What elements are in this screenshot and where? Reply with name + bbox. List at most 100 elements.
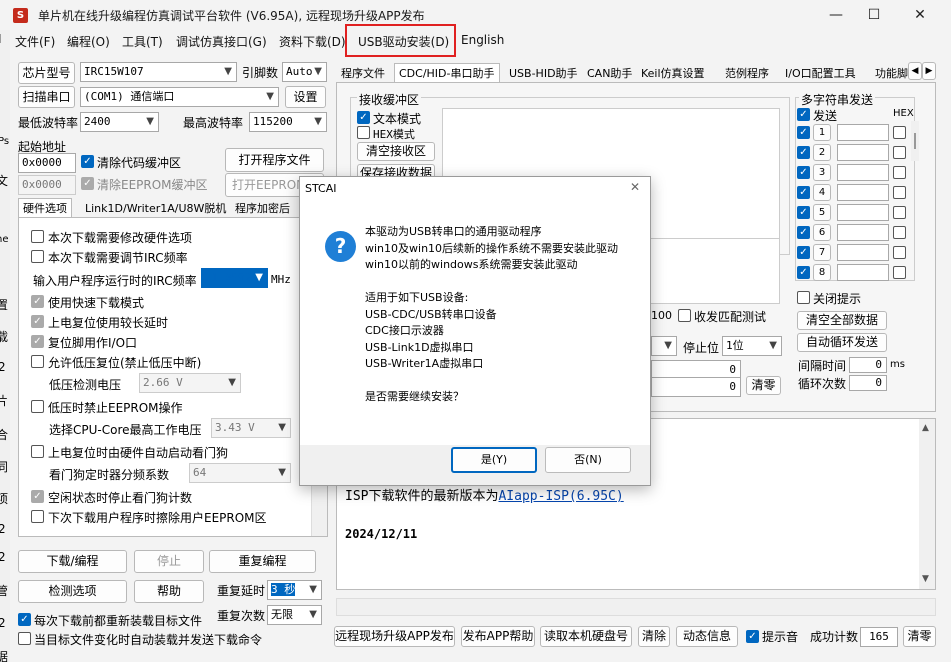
download-program-button[interactable]: 下载/编程 (18, 550, 127, 573)
clear-recv-button[interactable]: 清空接收区 (357, 142, 435, 161)
eeprom-start-address-input[interactable]: 0x0000 (18, 175, 76, 195)
cpu-voltage-select[interactable]: 3.43 V ▼ (211, 418, 291, 438)
send-row-hex-checkbox[interactable] (893, 266, 906, 279)
text-mode-checkbox[interactable]: ✓ (357, 111, 370, 124)
erase-eeprom-checkbox[interactable] (31, 510, 44, 523)
reset-count-button[interactable]: 清零 (903, 626, 936, 647)
send-row-input[interactable] (837, 264, 889, 281)
send-row-number-button[interactable]: 4 (813, 184, 831, 201)
menu-file[interactable]: 文件(F) (15, 33, 55, 50)
scroll-down-icon[interactable]: ▼ (922, 574, 929, 584)
send-row-hex-checkbox[interactable] (893, 186, 906, 199)
match-test-checkbox[interactable] (678, 309, 691, 322)
send-row-number-button[interactable]: 6 (813, 224, 831, 241)
menu-tools[interactable]: 工具(T) (122, 33, 163, 50)
reload-before-download-checkbox[interactable]: ✓ (18, 613, 31, 626)
fast-download-checkbox[interactable]: ✓ (31, 295, 44, 308)
check-options-button[interactable]: 检测选项 (18, 580, 127, 603)
close-tip-checkbox[interactable] (797, 291, 810, 304)
dialog-yes-button[interactable]: 是(Y) (451, 447, 537, 473)
scroll-up-icon[interactable]: ▲ (922, 423, 929, 433)
clear-code-buffer-checkbox[interactable]: ✓ (81, 155, 94, 168)
send-row-checkbox[interactable]: ✓ (797, 206, 810, 219)
send-row-input[interactable] (837, 164, 889, 181)
send-row-checkbox[interactable]: ✓ (797, 146, 810, 159)
tab-encryption[interactable]: 程序加密后 (230, 198, 295, 218)
modify-hw-options-checkbox[interactable] (31, 230, 44, 243)
latest-version-link[interactable]: AIapp-ISP(6.95C) (498, 489, 623, 504)
send-row-hex-checkbox[interactable] (893, 246, 906, 259)
clear-count-button[interactable]: 清零 (746, 376, 781, 395)
reset-pin-io-checkbox[interactable]: ✓ (31, 335, 44, 348)
stop-bit-select[interactable]: 1位 ▼ (722, 336, 782, 356)
long-reset-delay-checkbox[interactable]: ✓ (31, 315, 44, 328)
low-voltage-threshold-select[interactable]: 2.66 V ▼ (139, 373, 241, 393)
publish-app-button[interactable]: 远程现场升级APP发布 (334, 626, 455, 647)
clear-eeprom-buffer-checkbox[interactable]: ✓ (81, 177, 94, 190)
tab-scroll-right-icon[interactable]: ▶ (922, 62, 936, 80)
open-program-file-button[interactable]: 打开程序文件 (225, 148, 324, 172)
menu-download-docs[interactable]: 资料下载(D) (279, 33, 346, 50)
adjust-irc-checkbox[interactable] (31, 250, 44, 263)
help-button[interactable]: 帮助 (134, 580, 204, 603)
tab-io-config[interactable]: I/O口配置工具 (780, 63, 861, 83)
send-row-number-button[interactable]: 7 (813, 244, 831, 261)
lv-disable-eeprom-checkbox[interactable] (31, 400, 44, 413)
maximize-button[interactable]: ☐ (851, 0, 897, 30)
send-row-input[interactable] (837, 224, 889, 241)
low-voltage-reset-checkbox[interactable] (31, 355, 44, 368)
send-row-hex-checkbox[interactable] (893, 206, 906, 219)
send-row-input[interactable] (837, 204, 889, 221)
send-row-number-button[interactable]: 1 (813, 124, 831, 141)
read-disk-id-button[interactable]: 读取本机硬盘号 (540, 626, 632, 647)
clear-all-data-button[interactable]: 清空全部数据 (797, 311, 887, 330)
auto-watchdog-checkbox[interactable] (31, 445, 44, 458)
irc-frequency-select[interactable]: 11.0592 ▼ (201, 268, 268, 288)
tab-scroll-left-icon[interactable]: ◀ (908, 62, 922, 80)
send-row-hex-checkbox[interactable] (893, 226, 906, 239)
repeat-program-button[interactable]: 重复编程 (209, 550, 316, 573)
send-row-checkbox[interactable]: ✓ (797, 186, 810, 199)
send-row-checkbox[interactable]: ✓ (797, 246, 810, 259)
max-baud-select[interactable]: 115200 ▼ (249, 112, 327, 132)
log-scrollbar[interactable]: ▲ ▼ (919, 419, 935, 589)
tab-can[interactable]: CAN助手 (582, 63, 637, 83)
send-row-checkbox[interactable]: ✓ (797, 266, 810, 279)
tab-keil-sim[interactable]: Keil仿真设置 (636, 63, 710, 83)
pins-select[interactable]: Auto ▼ (282, 62, 327, 82)
multi-send-scrollbar[interactable] (911, 121, 919, 161)
parity-select[interactable]: ▼ (651, 336, 677, 356)
chip-type-button[interactable]: 芯片型号 (18, 62, 75, 84)
auto-load-on-change-checkbox[interactable] (18, 632, 31, 645)
stop-button[interactable]: 停止 (134, 550, 204, 573)
send-row-number-button[interactable]: 3 (813, 164, 831, 181)
send-row-number-button[interactable]: 2 (813, 144, 831, 161)
port-settings-button[interactable]: 设置 (285, 86, 326, 108)
send-row-number-button[interactable]: 5 (813, 204, 831, 221)
clear-log-button[interactable]: 清除 (638, 626, 670, 647)
menu-english[interactable]: English (461, 33, 504, 47)
send-row-input[interactable] (837, 144, 889, 161)
scrollbar-thumb[interactable] (914, 133, 916, 149)
hex-mode-checkbox[interactable] (357, 126, 370, 139)
chip-type-select[interactable]: IRC15W107 ▼ (80, 62, 237, 82)
beep-checkbox[interactable]: ✓ (746, 630, 759, 643)
title-bar[interactable]: S 单片机在线升级编程仿真调试平台软件 (V6.95A), 远程现场升级APP发… (0, 0, 951, 30)
send-row-hex-checkbox[interactable] (893, 166, 906, 179)
send-row-number-button[interactable]: 8 (813, 264, 831, 281)
tab-function-pins[interactable]: 功能脚 (870, 63, 908, 83)
repeat-count-select[interactable]: 无限 ▼ (267, 605, 322, 625)
code-start-address-input[interactable]: 0x0000 (18, 153, 76, 173)
close-button[interactable]: ✕ (897, 0, 943, 30)
menu-debug[interactable]: 调试仿真接口(G) (176, 33, 267, 50)
send-row-hex-checkbox[interactable] (893, 146, 906, 159)
dialog-title-bar[interactable]: STCAI ✕ (300, 177, 650, 201)
watchdog-prescaler-select[interactable]: 64 ▼ (189, 463, 291, 483)
dynamic-info-button[interactable]: 动态信息 (676, 626, 738, 647)
send-row-checkbox[interactable]: ✓ (797, 126, 810, 139)
dialog-close-icon[interactable]: ✕ (630, 180, 640, 194)
idle-stop-watchdog-checkbox[interactable]: ✓ (31, 490, 44, 503)
send-row-input[interactable] (837, 124, 889, 141)
send-row-hex-checkbox[interactable] (893, 126, 906, 139)
send-all-checkbox[interactable]: ✓ (797, 108, 810, 121)
